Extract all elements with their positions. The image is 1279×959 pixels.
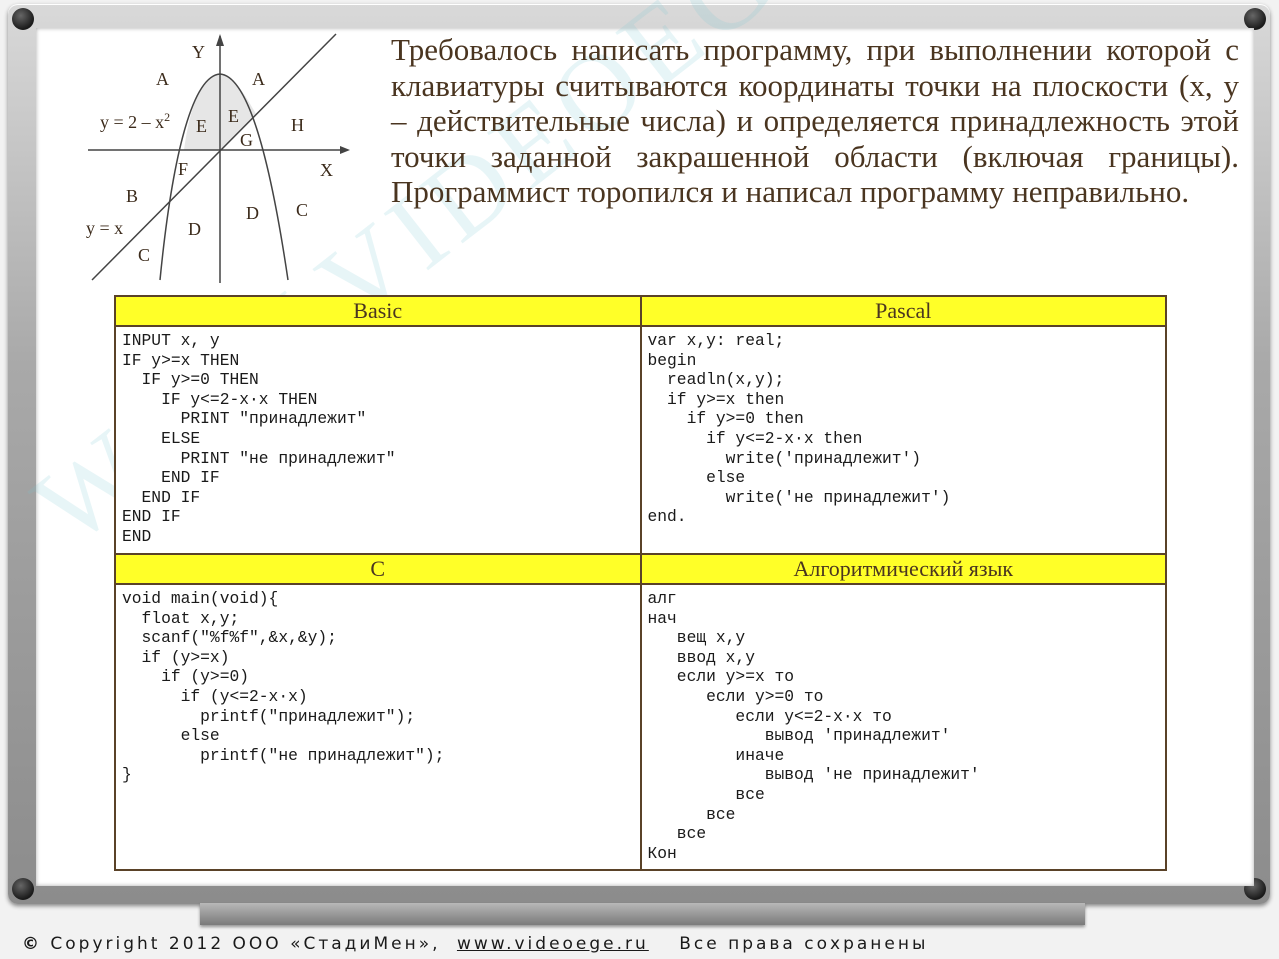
region-label: H bbox=[291, 115, 304, 135]
site-link[interactable]: www.videoege.ru bbox=[457, 934, 649, 954]
region-label: D bbox=[188, 219, 201, 239]
code-alg: алг нач вещ x,y ввод x,y если y>=x то ес… bbox=[647, 589, 980, 863]
code-table: Basic Pascal INPUT x, y IF y>=x THEN IF … bbox=[114, 295, 1167, 871]
axis-y-label: Y bbox=[192, 42, 205, 62]
copyright-text: Copyright 2012 ООО «СтадиМен», bbox=[50, 934, 441, 954]
frame-corner bbox=[12, 8, 34, 30]
copyright-icon: © bbox=[22, 934, 42, 954]
header-pascal: Pascal bbox=[639, 295, 1167, 327]
code-pascal: var x,y: real; begin readln(x,y); if y>=… bbox=[647, 331, 951, 527]
parabola-label: y = 2 – x2 bbox=[100, 110, 170, 132]
region-label: F bbox=[178, 159, 188, 179]
region-label: D bbox=[246, 203, 259, 223]
cell-pascal: var x,y: real; begin readln(x,y); if y>=… bbox=[639, 325, 1167, 555]
region-label: C bbox=[296, 200, 308, 220]
region-label: E bbox=[228, 106, 239, 126]
region-label: E bbox=[196, 116, 207, 136]
region-label: B bbox=[126, 186, 138, 206]
axis-x-label: X bbox=[320, 160, 333, 180]
problem-statement: Требовалось написать программу, при выпо… bbox=[391, 32, 1239, 209]
region-label: A bbox=[252, 69, 265, 89]
x-axis-arrow bbox=[340, 146, 350, 154]
code-basic: INPUT x, y IF y>=x THEN IF y>=0 THEN IF … bbox=[122, 331, 396, 546]
cell-basic: INPUT x, y IF y>=x THEN IF y>=0 THEN IF … bbox=[114, 325, 642, 555]
footer: © Copyright 2012 ООО «СтадиМен», www.vid… bbox=[22, 934, 1122, 954]
cell-c: void main(void){ float x,y; scanf("%f%f"… bbox=[114, 583, 642, 871]
frame-corner bbox=[1244, 8, 1266, 30]
header-basic: Basic bbox=[114, 295, 642, 327]
header-alg: Алгоритмический язык bbox=[639, 553, 1167, 585]
region-label: C bbox=[138, 245, 150, 265]
region-label: A bbox=[156, 69, 169, 89]
rights-text: Все права сохранены bbox=[679, 934, 929, 954]
region-label: G bbox=[240, 130, 253, 150]
region-graph: Y X y = 2 – x2 y = x A A E E G H F B D D… bbox=[86, 33, 350, 283]
line-y-equals-x bbox=[91, 33, 337, 281]
marker-tray bbox=[200, 903, 1085, 925]
line-label: y = x bbox=[86, 218, 123, 238]
frame-corner bbox=[12, 878, 34, 900]
cell-alg: алг нач вещ x,y ввод x,y если y>=x то ес… bbox=[639, 583, 1167, 871]
y-axis-arrow bbox=[216, 34, 224, 46]
code-c: void main(void){ float x,y; scanf("%f%f"… bbox=[122, 589, 445, 785]
header-c: C bbox=[114, 553, 642, 585]
